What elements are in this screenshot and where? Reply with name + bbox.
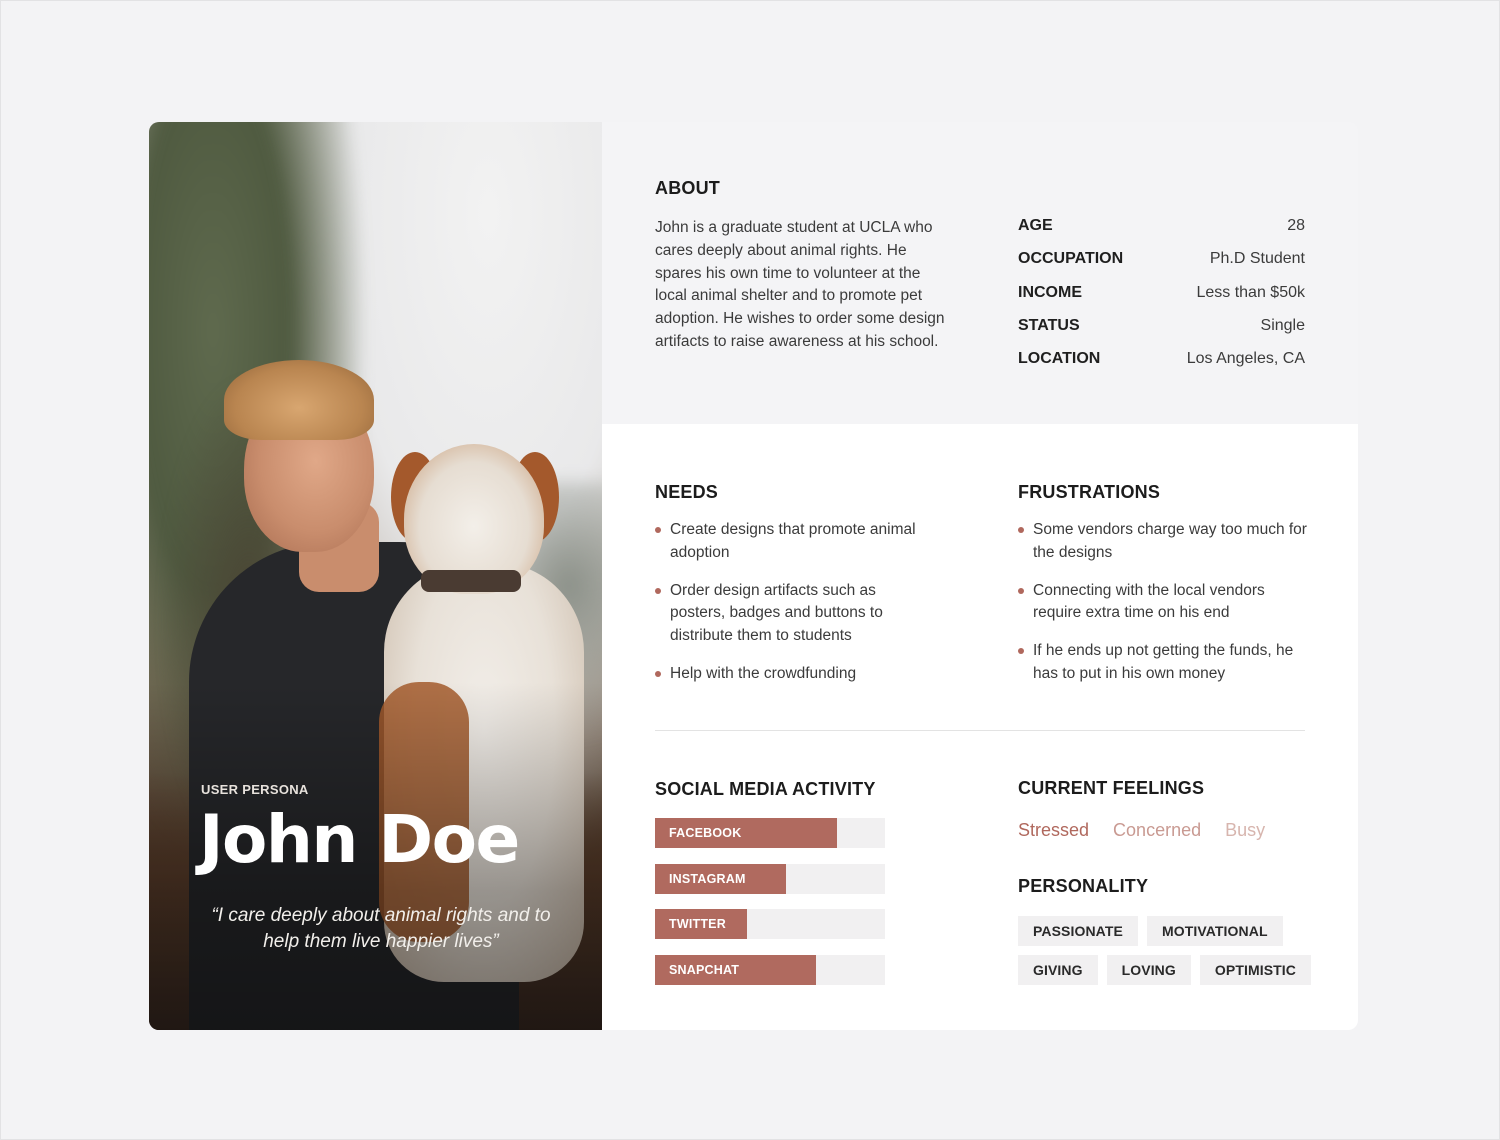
frustrations-item-text: If he ends up not getting the funds, he … — [1033, 642, 1294, 682]
feelings-list: Stressed Concerned Busy — [1018, 820, 1265, 841]
tag-row: GIVING LOVING OPTIMISTIC — [1018, 955, 1318, 985]
feeling-item: Concerned — [1113, 820, 1202, 840]
needs-list: Create designs that promote animal adopt… — [655, 519, 935, 701]
fact-value: Los Angeles, CA — [1186, 350, 1305, 368]
details-section: NEEDS Create designs that promote animal… — [602, 424, 1358, 1030]
persona-quote: “I care deeply about animal rights and t… — [211, 905, 551, 952]
fact-label: AGE — [1018, 217, 1053, 234]
persona-photo: USER PERSONA John Doe “I care deeply abo… — [149, 122, 602, 1030]
personality-tag: LOVING — [1106, 955, 1191, 985]
needs-item-text: Create designs that promote animal adopt… — [670, 521, 916, 561]
fact-row-age: AGE 28 — [1018, 217, 1305, 250]
fact-value: Less than $50k — [1196, 283, 1305, 301]
about-text: John is a graduate student at UCLA who c… — [655, 219, 945, 350]
social-bar-instagram: INSTAGRAM — [655, 863, 885, 894]
fact-value: 28 — [1287, 217, 1305, 234]
fact-value: Ph.D Student — [1209, 250, 1305, 268]
needs-item: Order design artifacts such as posters, … — [655, 580, 935, 648]
personality-title: PERSONALITY — [1018, 876, 1149, 896]
section-divider — [655, 730, 1305, 731]
about-section: ABOUT John is a graduate student at UCLA… — [602, 122, 1358, 424]
feeling-item: Busy — [1225, 820, 1266, 840]
social-bar-label: FACEBOOK — [669, 826, 742, 840]
bullet-icon — [655, 670, 661, 677]
fact-row-location: LOCATION Los Angeles, CA — [1018, 350, 1305, 383]
fact-label: STATUS — [1018, 316, 1080, 334]
frustrations-list: Some vendors charge way too much for the… — [1018, 519, 1308, 701]
needs-item-text: Help with the crowdfunding — [670, 664, 857, 682]
frustrations-item-text: Some vendors charge way too much for the… — [1033, 521, 1307, 561]
frustrations-item: If he ends up not getting the funds, he … — [1018, 640, 1308, 686]
social-bar-label: SNAPCHAT — [669, 962, 740, 977]
social-bar-label: INSTAGRAM — [669, 871, 746, 886]
needs-item: Create designs that promote animal adopt… — [655, 519, 935, 565]
feelings-title: CURRENT FEELINGS — [1018, 778, 1205, 798]
about-title: ABOUT — [655, 178, 720, 198]
needs-item: Help with the crowdfunding — [655, 663, 935, 686]
frustrations-item-text: Connecting with the local vendors requir… — [1033, 581, 1265, 622]
bullet-icon — [1018, 648, 1024, 655]
personality-tag: GIVING — [1018, 955, 1098, 985]
persona-card: USER PERSONA John Doe “I care deeply abo… — [149, 122, 1358, 1030]
bullet-icon — [655, 587, 661, 594]
persona-name: John Doe — [199, 801, 520, 878]
photo-dog-collar — [421, 570, 521, 592]
needs-title: NEEDS — [655, 482, 719, 502]
persona-eyebrow: USER PERSONA — [201, 782, 309, 797]
social-bars: FACEBOOK INSTAGRAM TWITTER SNAPCHAT — [655, 818, 885, 1000]
fact-label: INCOME — [1018, 283, 1082, 301]
persona-intro: USER PERSONA John Doe “I care deeply abo… — [199, 782, 601, 955]
personality-tag: OPTIMISTIC — [1199, 955, 1312, 985]
photo-man-hair — [224, 360, 374, 440]
fact-label: LOCATION — [1018, 350, 1101, 368]
fact-row-occupation: OCCUPATION Ph.D Student — [1018, 250, 1305, 283]
bullet-icon — [655, 527, 661, 533]
social-title: SOCIAL MEDIA ACTIVITY — [655, 779, 876, 799]
fact-row-income: INCOME Less than $50k — [1018, 284, 1305, 317]
bullet-icon — [1018, 587, 1024, 594]
personality-tag: PASSIONATE — [1018, 916, 1138, 946]
needs-item-text: Order design artifacts such as posters, … — [670, 581, 883, 645]
frustrations-item: Some vendors charge way too much for the… — [1018, 519, 1308, 565]
social-bar-snapchat: SNAPCHAT — [655, 954, 885, 985]
personality-tag: MOTIVATIONAL — [1146, 916, 1283, 946]
feeling-item: Stressed — [1018, 820, 1090, 840]
social-bar-facebook: FACEBOOK — [655, 818, 885, 848]
social-bar-twitter: TWITTER — [655, 909, 885, 939]
personality-tags: PASSIONATE MOTIVATIONAL GIVING LOVING OP… — [1018, 916, 1318, 994]
frustrations-title: FRUSTRATIONS — [1018, 482, 1161, 502]
bullet-icon — [1018, 527, 1024, 533]
frustrations-item: Connecting with the local vendors requir… — [1018, 580, 1308, 626]
fact-row-status: STATUS Single — [1018, 317, 1305, 350]
fact-label: OCCUPATION — [1018, 250, 1124, 268]
social-bar-label: TWITTER — [669, 917, 726, 931]
tag-row: PASSIONATE MOTIVATIONAL — [1018, 916, 1318, 946]
fact-value: Single — [1260, 316, 1305, 334]
facts-list: AGE 28 OCCUPATION Ph.D Student INCOME Le… — [1018, 217, 1305, 383]
